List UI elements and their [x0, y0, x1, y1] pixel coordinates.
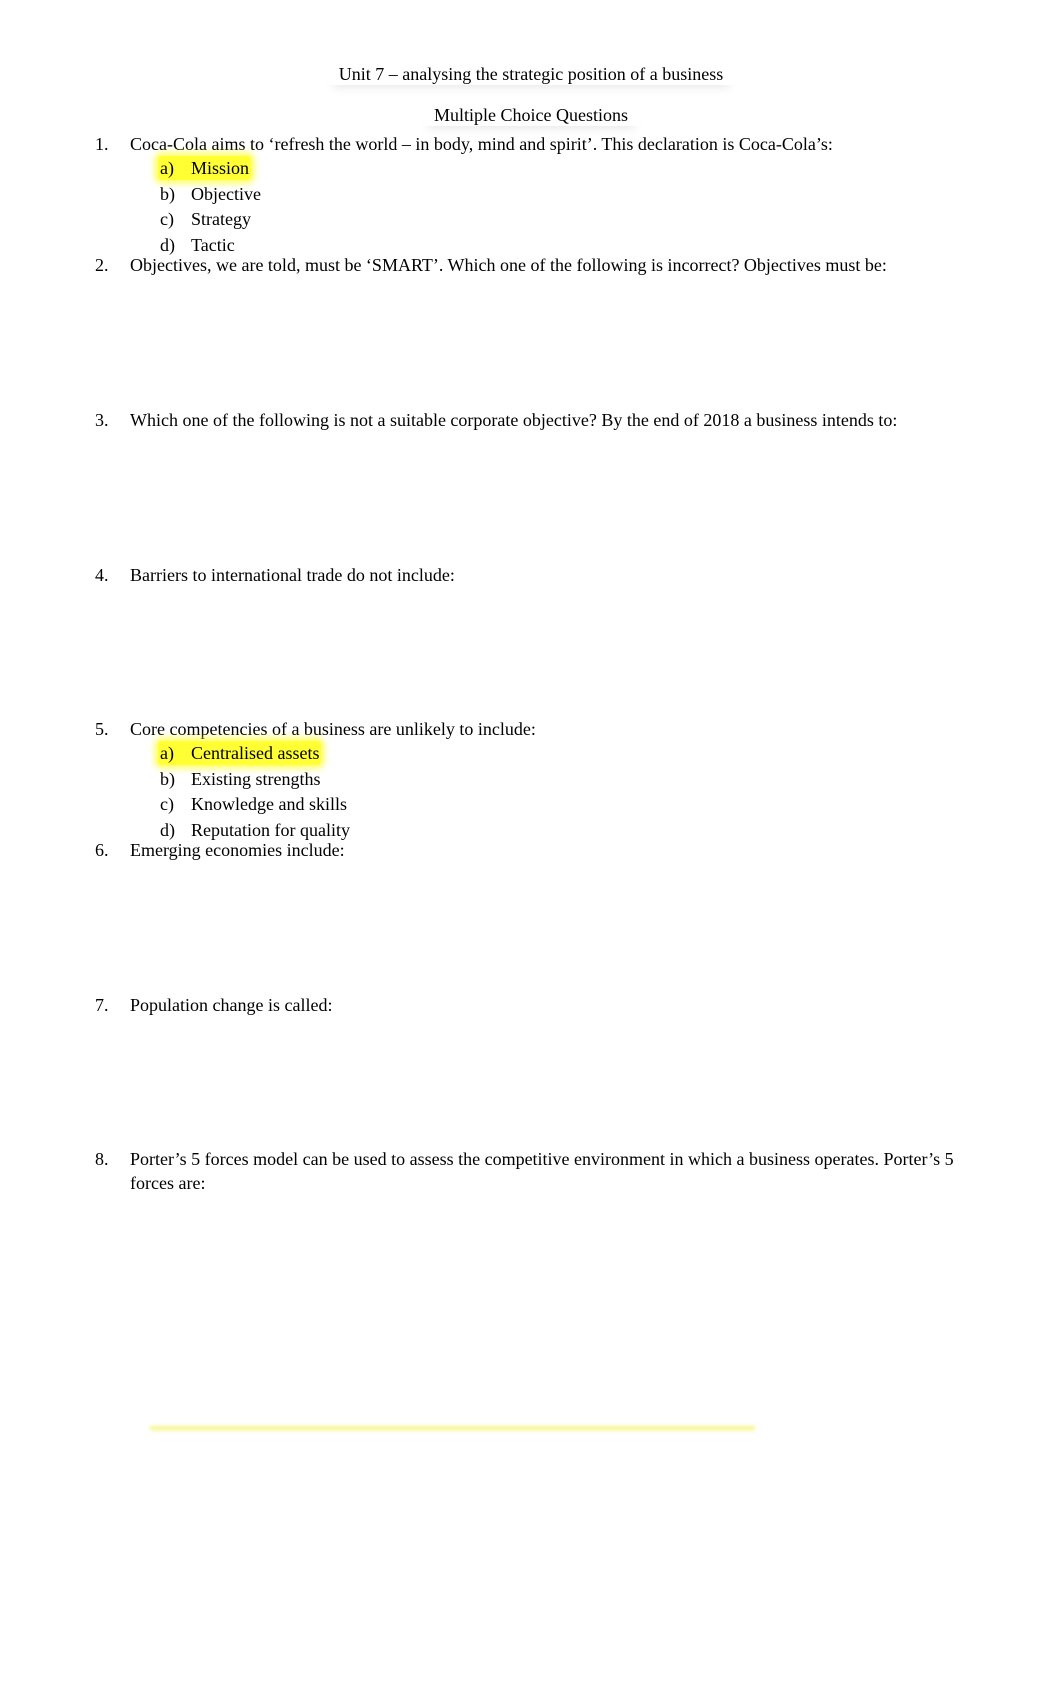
question-text: Coca-Cola aims to ‘refresh the world – i…: [130, 134, 833, 154]
question-text: Porter’s 5 forces model can be used to a…: [130, 1149, 954, 1193]
option-text: Existing strengths: [191, 768, 321, 789]
option-text: Objective: [191, 183, 261, 204]
option-letter: b): [160, 768, 175, 789]
question-6: 6. Emerging economies include:: [95, 838, 975, 862]
question-8: 8. Porter’s 5 forces model can be used t…: [95, 1147, 975, 1195]
answer-option-a: a) Mission: [158, 156, 975, 182]
question-3: 3. Which one of the following is not a s…: [95, 408, 975, 432]
answer-options: a) Centralised assets b) Existing strength…: [158, 741, 975, 843]
question-5: 5. Core competencies of a business are u…: [95, 717, 975, 843]
option-letter: b): [160, 183, 175, 204]
document-subtitle: Multiple Choice Questions: [0, 104, 1062, 126]
question-number: 4.: [95, 565, 109, 585]
answer-option-c: c) Strategy: [160, 207, 975, 233]
document-subtitle-text: Multiple Choice Questions: [422, 104, 640, 126]
question-text: Population change is called:: [130, 995, 333, 1015]
answer-option-a: a) Centralised assets: [158, 741, 975, 767]
question-4: 4. Barriers to international trade do no…: [95, 563, 975, 587]
option-letter: c): [160, 209, 174, 229]
question-7: 7. Population change is called:: [95, 993, 975, 1017]
blurred-highlight-band: [150, 1426, 755, 1433]
document-page: Unit 7 – analysing the strategic positio…: [0, 0, 1062, 1686]
option-letter: a): [160, 743, 174, 763]
question-text: Objectives, we are told, must be ‘SMART’…: [130, 255, 887, 275]
question-number: 5.: [95, 719, 109, 739]
question-number: 3.: [95, 410, 109, 430]
question-number: 8.: [95, 1149, 109, 1169]
answer-option-b: b) Existing strengths: [160, 767, 975, 793]
document-title: Unit 7 – analysing the strategic positio…: [0, 63, 1062, 85]
option-text: Knowledge and skills: [191, 794, 347, 814]
option-letter: a): [160, 158, 174, 178]
question-text: Core competencies of a business are unli…: [130, 719, 536, 739]
option-text: Strategy: [191, 209, 251, 229]
option-text: Centralised assets: [191, 743, 320, 763]
document-title-text: Unit 7 – analysing the strategic positio…: [327, 63, 735, 85]
question-text: Barriers to international trade do not i…: [130, 565, 455, 585]
question-number: 1.: [95, 134, 109, 154]
question-number: 2.: [95, 255, 109, 275]
answer-options: a) Mission b) Objective c) Strategy d) Tacti…: [158, 156, 975, 258]
highlighted-answer: a) Centralised assets: [158, 741, 322, 765]
option-text: Mission: [191, 158, 250, 178]
highlighted-answer: a) Mission: [158, 156, 252, 180]
question-1: 1. Coca-Cola aims to ‘refresh the world …: [95, 132, 975, 258]
option-text: Tactic: [191, 234, 235, 255]
question-number: 7.: [95, 995, 109, 1015]
question-number: 6.: [95, 840, 109, 860]
option-letter: c): [160, 794, 174, 814]
answer-option-b: b) Objective: [160, 182, 975, 208]
question-text: Which one of the following is not a suit…: [130, 410, 898, 430]
question-2: 2. Objectives, we are told, must be ‘SMA…: [95, 253, 975, 277]
question-text: Emerging economies include:: [130, 840, 345, 860]
option-text: Reputation for quality: [191, 819, 350, 840]
answer-option-c: c) Knowledge and skills: [160, 792, 975, 818]
